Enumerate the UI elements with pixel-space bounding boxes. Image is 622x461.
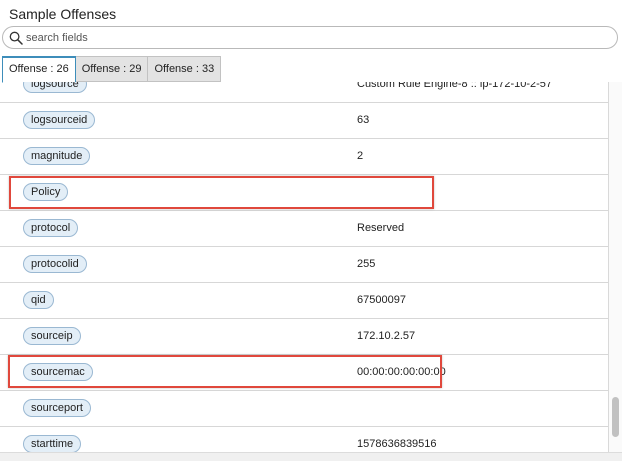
field-value: 63 xyxy=(357,114,370,126)
table-row: sourcemac 00:00:00:00:00:00 xyxy=(0,355,608,391)
table-row: logsource Custom Rule Engine-8 :: ip-172… xyxy=(0,82,608,103)
field-value: 2 xyxy=(357,150,364,162)
field-value: 255 xyxy=(357,258,376,270)
field-name-pill[interactable]: protocolid xyxy=(23,255,87,273)
field-name-pill[interactable]: Policy xyxy=(23,183,69,201)
field-name-pill[interactable]: magnitude xyxy=(23,147,91,165)
table-row: protocolid 255 xyxy=(0,247,608,283)
table-row: magnitude 2 xyxy=(0,139,608,175)
field-name-pill[interactable]: logsource xyxy=(23,82,87,93)
panel-title: Sample Offenses xyxy=(9,6,117,22)
table-row: sourceport xyxy=(0,391,608,427)
table-row: protocol Reserved xyxy=(0,211,608,247)
table-row: logsourceid 63 xyxy=(0,103,608,139)
sample-offenses-panel: Sample Offenses Offense : 26 Offense : 2… xyxy=(0,0,622,461)
field-name-pill[interactable]: sourcemac xyxy=(23,363,93,381)
field-value: Reserved xyxy=(357,222,405,234)
table-row: sourceip 172.10.2.57 xyxy=(0,319,608,355)
tab-offense-26[interactable]: Offense : 26 xyxy=(2,56,76,83)
field-name-pill[interactable]: starttime xyxy=(23,435,82,453)
field-name-pill[interactable]: sourceip xyxy=(23,327,81,345)
search-icon xyxy=(9,31,23,45)
fields-table: logsource Custom Rule Engine-8 :: ip-172… xyxy=(0,82,609,454)
search-input[interactable] xyxy=(26,29,606,46)
field-name-pill[interactable]: protocol xyxy=(23,219,79,237)
offense-tabs: Offense : 26 Offense : 29 Offense : 33 xyxy=(2,56,222,83)
search-box[interactable] xyxy=(2,26,618,49)
field-value: 67500097 xyxy=(357,294,406,306)
field-value: 1578636839516 xyxy=(357,438,437,450)
field-name-pill[interactable]: qid xyxy=(23,291,54,309)
field-value: 172.10.2.57 xyxy=(357,330,416,342)
bottom-bar xyxy=(0,452,622,461)
vertical-scrollbar[interactable] xyxy=(609,82,622,454)
field-value: Custom Rule Engine-8 :: ip-172-10-2-57 xyxy=(357,82,553,90)
table-row: qid 67500097 xyxy=(0,283,608,319)
tab-offense-33[interactable]: Offense : 33 xyxy=(148,56,222,82)
scrollbar-thumb[interactable] xyxy=(612,397,619,437)
table-row: Policy xyxy=(0,175,608,211)
field-name-pill[interactable]: sourceport xyxy=(23,399,91,417)
field-name-pill[interactable]: logsourceid xyxy=(23,111,96,129)
tab-offense-29[interactable]: Offense : 29 xyxy=(75,56,149,82)
table-row: starttime 1578636839516 xyxy=(0,427,608,454)
field-value: 00:00:00:00:00:00 xyxy=(357,366,446,378)
